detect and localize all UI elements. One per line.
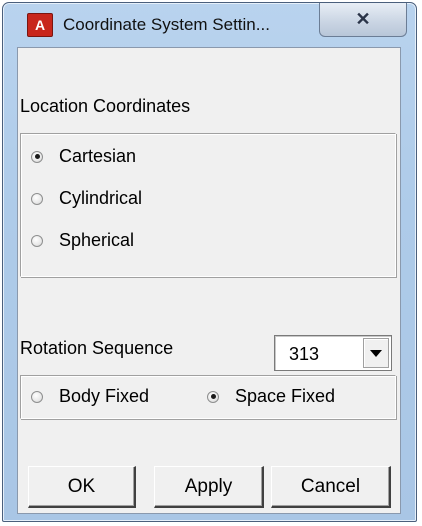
ok-button[interactable]: OK bbox=[28, 466, 136, 508]
app-icon: A bbox=[27, 13, 53, 37]
radio-cylindrical-button[interactable] bbox=[31, 192, 43, 205]
rotation-sequence-label: Rotation Sequence bbox=[20, 338, 174, 358]
radio-cartesian[interactable]: Cartesian bbox=[31, 146, 136, 167]
location-coordinates-label: Location Coordinates bbox=[20, 96, 191, 116]
close-icon: ✕ bbox=[355, 9, 371, 29]
radio-cartesian-button[interactable] bbox=[31, 150, 43, 163]
location-coordinates-group: Cartesian Cylindrical Spherical bbox=[20, 133, 396, 277]
radio-body-fixed-button[interactable] bbox=[31, 390, 43, 403]
cancel-button[interactable]: Cancel bbox=[271, 466, 391, 508]
dialog-body: Location Coordinates Cartesian Cylindric… bbox=[17, 47, 401, 514]
dropdown-button[interactable] bbox=[363, 338, 389, 368]
radio-space-fixed-button[interactable] bbox=[207, 390, 219, 403]
radio-selected-dot bbox=[210, 394, 216, 399]
radio-space-fixed-label: Space Fixed bbox=[235, 386, 336, 406]
radio-space-fixed[interactable]: Space Fixed bbox=[207, 386, 335, 407]
radio-cartesian-label: Cartesian bbox=[59, 146, 137, 166]
title-bar[interactable]: A Coordinate System Settin... ✕ bbox=[3, 3, 416, 47]
radio-spherical-label: Spherical bbox=[59, 230, 135, 250]
radio-spherical-button[interactable] bbox=[31, 234, 43, 247]
chevron-down-icon bbox=[370, 349, 382, 357]
apply-button[interactable]: Apply bbox=[154, 466, 264, 508]
radio-spherical[interactable]: Spherical bbox=[31, 230, 134, 251]
window-title: Coordinate System Settin... bbox=[63, 15, 270, 34]
rotation-sequence-select[interactable]: 313 bbox=[274, 335, 392, 371]
radio-selected-dot bbox=[34, 154, 40, 159]
close-button[interactable]: ✕ bbox=[319, 3, 407, 37]
dialog-window: A Coordinate System Settin... ✕ Location… bbox=[2, 2, 417, 522]
radio-body-fixed[interactable]: Body Fixed bbox=[31, 386, 149, 407]
radio-body-fixed-label: Body Fixed bbox=[59, 386, 150, 406]
radio-cylindrical-label: Cylindrical bbox=[59, 188, 143, 208]
rotation-mode-group: Body Fixed Space Fixed bbox=[20, 375, 396, 419]
radio-cylindrical[interactable]: Cylindrical bbox=[31, 188, 142, 209]
rotation-sequence-value: 313 bbox=[289, 344, 320, 364]
